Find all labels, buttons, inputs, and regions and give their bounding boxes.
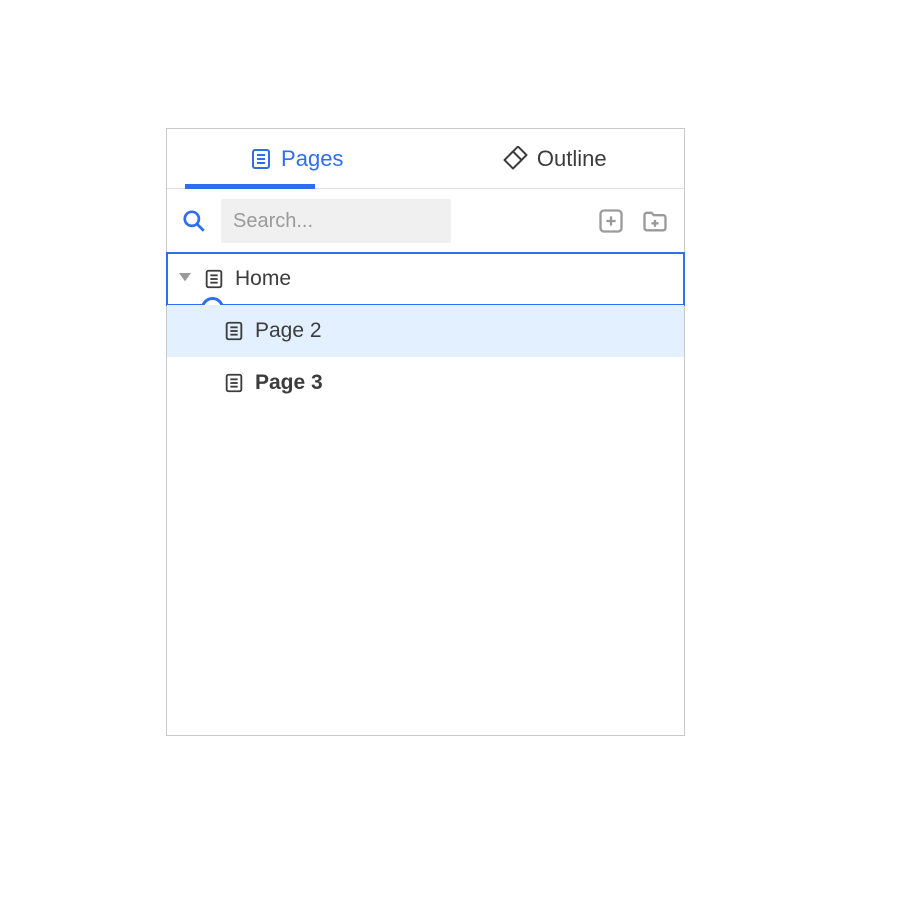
tree-row-label: Page 2 (255, 319, 322, 343)
search-input[interactable] (221, 199, 451, 243)
search-icon[interactable] (181, 208, 207, 234)
add-folder-button[interactable] (640, 206, 670, 236)
page-icon (249, 147, 273, 171)
page-icon (203, 268, 225, 290)
tab-outline-label: Outline (537, 146, 607, 172)
tree-row-page2[interactable]: Page 2 (167, 305, 684, 357)
page-icon (223, 372, 245, 394)
pages-panel: Pages Outline (166, 128, 685, 736)
tab-pages[interactable]: Pages (167, 129, 426, 188)
tree-row-label: Home (235, 267, 291, 291)
page-icon (223, 320, 245, 342)
diamond-stack-icon (503, 146, 529, 172)
tree-row-label: Page 3 (255, 371, 323, 395)
add-page-button[interactable] (596, 206, 626, 236)
page-tree: Home Page 2 (167, 253, 684, 735)
tree-row-home[interactable]: Home (167, 253, 684, 305)
disclosure-triangle-icon[interactable] (177, 271, 193, 287)
tab-bar: Pages Outline (167, 129, 684, 189)
tab-pages-label: Pages (281, 146, 343, 172)
tab-outline[interactable]: Outline (426, 129, 685, 188)
tree-row-page3[interactable]: Page 3 (167, 357, 684, 409)
toolbar (167, 189, 684, 253)
